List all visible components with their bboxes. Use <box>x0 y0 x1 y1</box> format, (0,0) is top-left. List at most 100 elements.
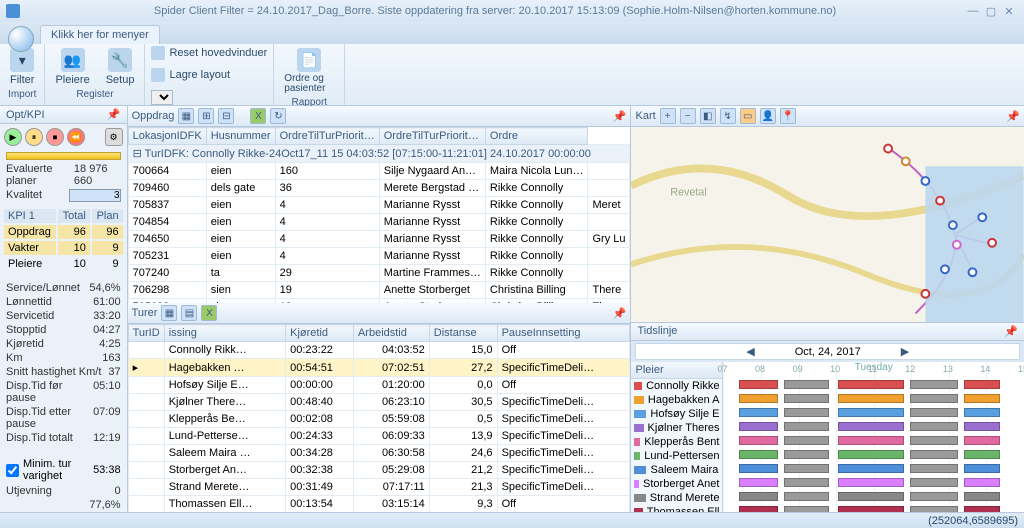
timeline-name-row[interactable]: Connolly Rikke <box>631 379 722 393</box>
timeline-bar[interactable] <box>838 464 904 473</box>
table-row[interactable]: Lund-Petterse…00:24:3306:09:3313,9Specif… <box>128 428 630 445</box>
filter-button[interactable]: ▾Filter <box>6 46 38 88</box>
zoom-in-icon[interactable]: + <box>660 108 676 124</box>
min-tur-checkbox[interactable]: Minim. tur varighet53:38 <box>0 456 127 484</box>
export-excel-icon[interactable]: X <box>250 108 266 124</box>
settings-button[interactable]: ⚙ <box>105 128 123 146</box>
column-header[interactable]: issing <box>164 325 285 342</box>
table-row[interactable]: 704854eien4Marianne RysstRikke Connolly <box>128 214 630 231</box>
kvalitet-input[interactable] <box>69 189 121 202</box>
column-chooser-icon[interactable]: ▦ <box>161 305 177 321</box>
maximize-button[interactable]: ▢ <box>982 5 1000 18</box>
timeline-bar[interactable] <box>964 436 1000 445</box>
table-row[interactable]: 704650eien4Marianne RysstRikke ConnollyG… <box>128 231 630 248</box>
timeline-bar[interactable] <box>739 450 778 459</box>
collapse-icon[interactable]: ⊟ <box>218 108 234 124</box>
timeline-bar[interactable] <box>739 492 778 501</box>
table-row[interactable]: Storberget An…00:32:3805:29:0821,2Specif… <box>128 462 630 479</box>
next-day-button[interactable]: ▶ <box>901 345 909 358</box>
timeline-bar[interactable] <box>910 506 958 512</box>
export-excel-icon[interactable]: X <box>201 305 217 321</box>
expand-icon[interactable]: ⊞ <box>198 108 214 124</box>
column-header[interactable]: Kjøretid <box>286 325 354 342</box>
table-row[interactable]: ▸Hagebakken …00:54:5107:02:5127,2Specifi… <box>128 359 630 377</box>
timeline-bar[interactable] <box>739 380 778 389</box>
timeline-bar[interactable] <box>910 464 958 473</box>
timeline-bar[interactable] <box>910 478 958 487</box>
rewind-button[interactable]: ⏪ <box>67 128 85 146</box>
table-row[interactable]: Saleem Maira …00:34:2806:30:5824,6Specif… <box>128 445 630 462</box>
timeline-bar[interactable] <box>784 408 829 417</box>
timeline-chart[interactable]: Tuesday 070809101112131415 <box>723 362 1024 512</box>
timeline-name-row[interactable]: Saleem Maira <box>631 463 722 477</box>
column-header[interactable]: LokasjonIDFK <box>128 128 206 145</box>
stop-button[interactable]: ⏹ <box>46 128 64 146</box>
timeline-bar[interactable] <box>838 492 904 501</box>
timeline-bar[interactable] <box>739 436 778 445</box>
grid-icon[interactable]: ▤ <box>181 305 197 321</box>
timeline-bar[interactable] <box>964 422 1000 431</box>
minimize-button[interactable]: — <box>964 5 982 17</box>
play-button[interactable]: ▶ <box>4 128 22 146</box>
table-row[interactable]: 700664eien160Silje Nygaard An…Maira Nico… <box>128 163 630 180</box>
timeline-bar[interactable] <box>964 394 1000 403</box>
table-row[interactable]: Kjølner There…00:48:4006:23:1030,5Specif… <box>128 394 630 411</box>
table-row[interactable]: 706298sien19Anette StorbergetChristina B… <box>128 282 630 299</box>
group-row[interactable]: ⊟ TurIDFK: Connolly Rikke-24Oct17_11 15 … <box>128 145 630 163</box>
timeline-name-row[interactable]: Klepperås Bent <box>631 435 722 449</box>
pleiere-button[interactable]: 👥Pleiere <box>51 46 93 88</box>
timeline-name-row[interactable]: Storberget Anet <box>631 477 722 491</box>
table-row[interactable]: Klepperås Be…00:02:0805:59:080,5Specific… <box>128 411 630 428</box>
table-row[interactable]: Hofsøy Silje E…00:00:0001:20:000,0Off <box>128 377 630 394</box>
timeline-bar[interactable] <box>838 450 904 459</box>
map-route-icon[interactable]: ↯ <box>720 108 736 124</box>
timeline-bar[interactable] <box>784 464 829 473</box>
timeline-bar[interactable] <box>739 394 778 403</box>
timeline-bar[interactable] <box>910 492 958 501</box>
map-select-icon[interactable]: ▭ <box>740 108 756 124</box>
timeline-bar[interactable] <box>838 506 904 512</box>
timeline-bar[interactable] <box>838 436 904 445</box>
timeline-bar[interactable] <box>784 492 829 501</box>
pin-icon[interactable]: 📌 <box>107 108 121 121</box>
map-canvas[interactable]: Revetal <box>631 127 1024 322</box>
timeline-bar[interactable] <box>910 408 958 417</box>
timeline-bar[interactable] <box>784 450 829 459</box>
map-layer-icon[interactable]: ◧ <box>700 108 716 124</box>
column-header[interactable]: Ordre <box>485 128 588 145</box>
timeline-bar[interactable] <box>910 380 958 389</box>
timeline-bar[interactable] <box>964 492 1000 501</box>
timeline-name-row[interactable]: Strand Merete <box>631 491 722 505</box>
refresh-icon[interactable]: ↻ <box>270 108 286 124</box>
setup-button[interactable]: 🔧Setup <box>102 46 139 88</box>
table-row[interactable]: Connolly Rikk…00:23:2204:03:5215,0Off <box>128 342 630 359</box>
timeline-name-row[interactable]: Kjølner Theres <box>631 421 722 435</box>
column-header[interactable]: Distanse <box>429 325 497 342</box>
timeline-bar[interactable] <box>838 478 904 487</box>
timeline-bar[interactable] <box>784 422 829 431</box>
pin-icon[interactable]: 📌 <box>1004 325 1018 338</box>
map-people-icon[interactable]: 👤 <box>760 108 776 124</box>
pause-button[interactable]: ⏸ <box>25 128 43 146</box>
tab-menus[interactable]: Klikk her for menyer <box>40 25 160 44</box>
close-button[interactable]: ✕ <box>1000 5 1018 18</box>
table-row[interactable]: 709460dels gate36Merete Bergstad …Rikke … <box>128 180 630 197</box>
timeline-bar[interactable] <box>964 408 1000 417</box>
layout-select[interactable] <box>151 90 173 105</box>
timeline-bar[interactable] <box>964 464 1000 473</box>
timeline-bar[interactable] <box>838 380 904 389</box>
reset-windows-button[interactable]: Reset hovedvinduer <box>151 46 267 60</box>
zoom-out-icon[interactable]: − <box>680 108 696 124</box>
timeline-bar[interactable] <box>838 408 904 417</box>
timeline-bar[interactable] <box>964 506 1000 512</box>
timeline-bar[interactable] <box>784 380 829 389</box>
column-header[interactable]: Husnummer <box>206 128 275 145</box>
timeline-bar[interactable] <box>910 436 958 445</box>
table-row[interactable]: Thomassen Ell…00:13:5403:15:149,3Off <box>128 496 630 513</box>
timeline-bar[interactable] <box>739 464 778 473</box>
timeline-bar[interactable] <box>739 478 778 487</box>
timeline-bar[interactable] <box>739 408 778 417</box>
oppdrag-grid[interactable]: LokasjonIDFKHusnummerOrdreTilTurPriorit…… <box>128 127 631 303</box>
timeline-bar[interactable] <box>739 422 778 431</box>
timeline-name-row[interactable]: Hagebakken A <box>631 393 722 407</box>
